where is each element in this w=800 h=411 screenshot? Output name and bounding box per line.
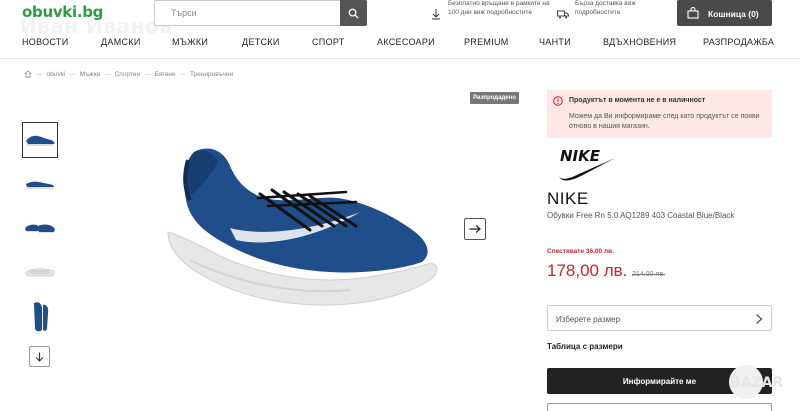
chevron-right-icon [756, 314, 763, 324]
nav-item-kids[interactable]: ДЕТСКИ [242, 37, 280, 47]
out-of-stock-alert: Продуктът в момента не е в наличност Мож… [547, 90, 772, 138]
shoe-thumbnail-image [26, 135, 55, 146]
product-main-image[interactable] [160, 140, 445, 310]
size-select[interactable]: Изберете размер [547, 305, 772, 331]
top-bar: Иван Иванов obuvki.bg Търси Безплатно вр… [0, 0, 800, 38]
search-input[interactable]: Търси [154, 0, 367, 26]
alert-title: Продуктът в момента не е в наличност [569, 97, 706, 104]
nav-item-new[interactable]: НОВОСТИ [22, 37, 68, 47]
breadcrumb-separator: — [104, 70, 111, 78]
delivery-info[interactable]: Бърза доставка виж подробностите [557, 0, 655, 19]
home-icon[interactable] [24, 70, 32, 78]
breadcrumb-separator: — [69, 70, 76, 78]
bag-icon [687, 7, 699, 19]
thumbnail-shoe-sole[interactable] [22, 254, 58, 290]
search-icon [348, 8, 359, 19]
nav-item-sport[interactable]: СПОРТ [312, 37, 345, 47]
nav-divider [0, 58, 800, 59]
thumbnail-shoe-side[interactable] [22, 122, 58, 158]
search-placeholder: Търси [171, 8, 197, 18]
breadcrumb-separator: — [179, 70, 186, 78]
breadcrumb-item[interactable]: obuvki [47, 71, 66, 78]
product-brand[interactable]: NIKE [547, 189, 589, 209]
nav-item-sale[interactable]: РАЗПРОДАЖБА [703, 37, 774, 47]
breadcrumb: — obuvki — Мъжки — Спортни — Бягане — Тр… [24, 70, 233, 78]
cart-label: Кошница (0) [708, 9, 759, 19]
thumbnail-shoe-top[interactable] [22, 299, 58, 335]
breadcrumb-separator: — [36, 70, 43, 78]
next-image-button[interactable] [464, 218, 486, 240]
shoe-thumbnail-image [26, 181, 54, 189]
arrow-down-icon [35, 352, 44, 362]
thumbnail-shoe-pair[interactable] [22, 210, 58, 246]
shoe-thumbnail-image [25, 224, 55, 233]
svg-text:NIKE: NIKE [560, 147, 601, 165]
savings-text: Спестявате 36,00 лв. [547, 248, 614, 255]
size-select-placeholder: Изберете размер [556, 315, 621, 324]
bazar-watermark-logo: BAZAR [729, 365, 783, 399]
size-table-link[interactable]: Таблица с размери [547, 342, 623, 351]
return-icon [432, 9, 440, 20]
nav-item-accessories[interactable]: АКСЕСОАРИ [377, 37, 435, 47]
site-logo[interactable]: obuvki.bg [22, 3, 103, 21]
product-name: Обувки Free Rn 5.0 AQ1289 403 Coastal Bl… [547, 211, 735, 220]
nav-item-bags[interactable]: ЧАНТИ [539, 37, 571, 47]
shoe-thumbnail-image [25, 268, 55, 277]
thumbnails-scroll-down-button[interactable] [29, 346, 50, 367]
breadcrumb-item[interactable]: Спортни [115, 71, 141, 78]
current-price: 178,00 лв. [547, 261, 628, 280]
nike-logo-icon[interactable]: NIKE [557, 146, 619, 182]
secondary-button[interactable] [547, 403, 772, 411]
alert-text: Можем да Ви информираме след като продук… [569, 113, 760, 130]
thumbnail-shoe-side-2[interactable] [22, 166, 58, 202]
nav-item-women[interactable]: ДАМСКИ [101, 37, 141, 47]
delivery-text: Бърза доставка виж подробностите [575, 0, 636, 16]
old-price: 214,00 лв. [632, 271, 666, 278]
breadcrumb-item[interactable]: Мъжки [80, 71, 100, 78]
breadcrumb-item[interactable]: Бягане [155, 71, 176, 78]
sold-out-badge: Разпродадено [470, 92, 519, 104]
truck-icon [557, 10, 569, 19]
free-return-info[interactable]: Безплатно връщане в рамките на 100 дни в… [432, 0, 558, 20]
nav-item-premium[interactable]: PREMIUM [464, 37, 509, 47]
shoe-thumbnail-image [34, 302, 49, 332]
cart-button[interactable]: Кошница (0) [677, 0, 772, 26]
svg-text:BAZAR: BAZAR [730, 375, 783, 391]
search-button[interactable] [340, 0, 367, 26]
free-return-text: Безплатно връщане в рамките на 100 дни в… [448, 0, 550, 16]
nav-item-men[interactable]: МЪЖКИ [172, 37, 208, 47]
main-nav: НОВОСТИ ДАМСКИ МЪЖКИ ДЕТСКИ СПОРТ АКСЕСО… [0, 37, 800, 51]
nav-item-inspiration[interactable]: ВДЪХНОВЕНИЯ [603, 37, 676, 47]
warning-icon [553, 96, 563, 106]
breadcrumb-separator: — [144, 70, 151, 78]
breadcrumb-item[interactable]: Тренировъчни [190, 71, 233, 78]
arrow-right-icon [469, 225, 481, 233]
